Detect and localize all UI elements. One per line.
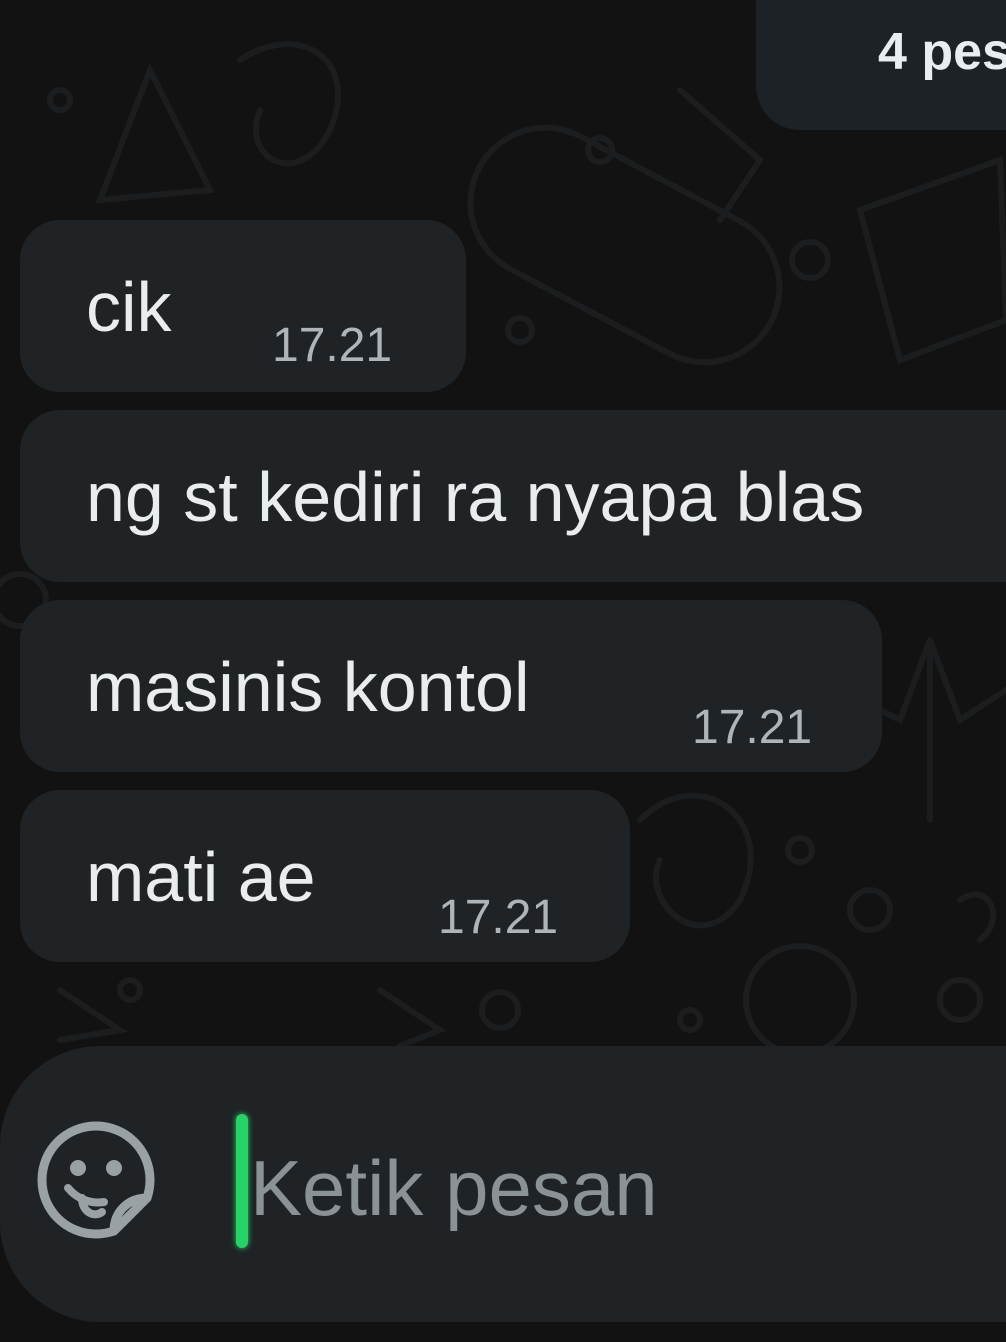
message-time: 17.21 [272, 319, 393, 372]
message-time: 17.21 [692, 701, 813, 754]
message-text: ng st kediri ra nyapa blas [86, 458, 865, 536]
message-text: mati ae [86, 838, 316, 916]
message-time: 17.21 [438, 891, 559, 944]
sticker-smiley-icon[interactable] [34, 1118, 158, 1242]
unread-count-label: 4 pes [878, 23, 1006, 81]
message-text: masinis kontol [86, 648, 530, 726]
message-text: cik [86, 268, 172, 346]
message-input[interactable] [250, 1140, 990, 1236]
text-cursor [236, 1114, 248, 1248]
